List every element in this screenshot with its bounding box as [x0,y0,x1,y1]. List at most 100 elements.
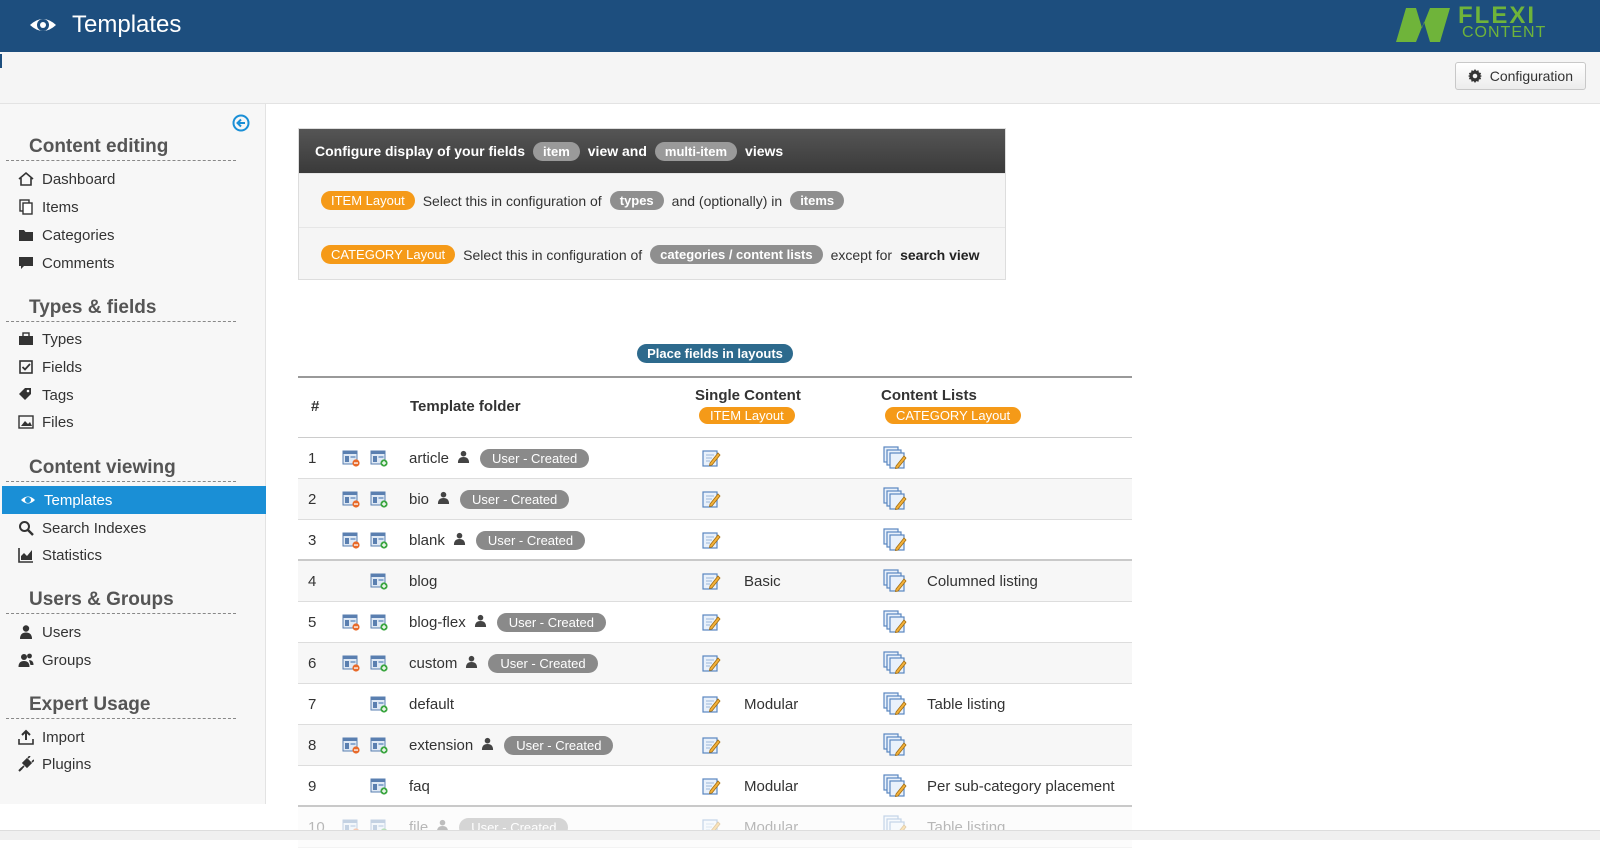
users-icon [18,652,34,668]
search-view-text: search view [900,246,980,263]
copy-template-icon[interactable] [370,602,388,642]
edit-item-layout-icon[interactable] [701,438,721,478]
delete-template-icon[interactable] [342,438,360,478]
table-row[interactable]: 10 file User - Created Modular Table listing [298,807,1132,848]
sidebar-item-import[interactable]: Import [0,723,266,751]
sidebar-item-fields[interactable]: Fields [0,353,266,381]
template-folder-link[interactable]: default [409,696,454,713]
edit-item-layout-icon[interactable] [701,807,721,847]
template-folder-cell: article User - Created [409,438,590,478]
place-fields-wrap: Place fields in layouts [298,344,1132,363]
collapse-sidebar-icon[interactable] [232,114,250,132]
edit-category-layout-icon[interactable] [882,643,908,683]
copy-template-icon[interactable] [370,684,388,724]
copy-template-icon[interactable] [370,807,388,847]
user-created-badge: User - Created [504,735,614,755]
user-icon [466,614,497,631]
template-folder-link[interactable]: extension [409,737,473,754]
template-folder-link[interactable]: custom [409,655,457,672]
copy-template-icon[interactable] [370,643,388,683]
edit-category-layout-icon[interactable] [882,479,908,519]
sidebar-item-label: Categories [42,226,115,244]
table-row[interactable]: 5 blog-flex User - Created [298,602,1132,643]
user-icon [445,532,476,549]
sidebar-item-categories[interactable]: Categories [0,221,266,249]
checkbox-icon [18,359,34,375]
edit-item-layout-icon[interactable] [701,479,721,519]
sidebar-item-statistics[interactable]: Statistics [0,541,266,569]
edit-category-layout-icon[interactable] [882,766,908,806]
template-folder-link[interactable]: bio [409,491,429,508]
info-panel-header: Configure display of your fields item vi… [299,129,1005,173]
flexicontent-logo[interactable]: FLEXI CONTENT [1392,2,1582,46]
edit-category-layout-icon[interactable] [882,520,908,560]
edit-category-layout-icon[interactable] [882,561,908,601]
sidebar-item-items[interactable]: Items [0,193,266,221]
table-row[interactable]: 3 blank User - Created [298,520,1132,561]
copy-template-icon[interactable] [370,725,388,765]
edit-item-layout-icon[interactable] [701,602,721,642]
delete-template-icon[interactable] [342,479,360,519]
table-row[interactable]: 2 bio User - Created [298,479,1132,520]
category-layout-badge: CATEGORY Layout [321,245,456,264]
template-folder-link[interactable]: blank [409,532,445,549]
sidebar-item-templates[interactable]: Templates [2,486,266,514]
table-row[interactable]: 9 faq Modular Per sub-category placement [298,766,1132,807]
template-folder-link[interactable]: blog [409,573,437,590]
sidebar-item-users[interactable]: Users [0,618,266,646]
edit-category-layout-icon[interactable] [882,725,908,765]
template-folder-link[interactable]: blog-flex [409,614,466,631]
delete-template-icon[interactable] [342,520,360,560]
template-folder-link[interactable]: article [409,450,449,467]
sidebar-item-comments[interactable]: Comments [0,249,266,277]
sidebar-item-label: Search Indexes [42,519,147,537]
table-row[interactable]: 7 default Modular Table listing [298,684,1132,725]
col-single-header: Single Content [695,387,801,404]
comment-icon [18,255,34,271]
page-header: Templates FLEXI CONTENT [0,0,1600,52]
sidebar-item-groups[interactable]: Groups [0,646,266,674]
table-row[interactable]: 8 extension User - Created [298,725,1132,766]
edit-item-layout-icon[interactable] [701,520,721,560]
edit-category-layout-icon[interactable] [882,684,908,724]
sidebar-item-dashboard[interactable]: Dashboard [0,165,266,193]
sidebar-item-search-indexes[interactable]: Search Indexes [0,514,266,542]
delete-template-icon[interactable] [342,643,360,683]
edit-item-layout-icon[interactable] [701,643,721,683]
sidebar-item-files[interactable]: Files [0,408,266,436]
sidebar-item-tags[interactable]: Tags [0,381,266,409]
single-content-layout: Modular [744,695,799,713]
edit-category-layout-icon[interactable] [882,602,908,642]
section-title-content-editing: Content editing [6,136,236,161]
delete-template-icon[interactable] [342,807,360,847]
edit-item-layout-icon[interactable] [701,725,721,765]
logo-text-content: CONTENT [1462,24,1547,41]
edit-item-layout-icon[interactable] [701,766,721,806]
template-folder-link[interactable]: faq [409,778,430,795]
table-row[interactable]: 4 blog Basic Columned listing [298,561,1132,602]
edit-category-layout-icon[interactable] [882,438,908,478]
table-row[interactable]: 6 custom User - Created [298,643,1132,684]
info-head-text: view and [587,143,647,159]
edit-category-layout-icon[interactable] [882,807,908,847]
content-lists-layout: Per sub-category placement [927,777,1115,795]
types-pill: types [609,191,664,210]
copy-template-icon[interactable] [370,561,388,601]
edit-item-layout-icon[interactable] [701,684,721,724]
col-single-badge-wrap: ITEM Layout [699,407,795,424]
copy-template-icon[interactable] [370,479,388,519]
plug-icon [18,756,34,772]
copy-template-icon[interactable] [370,438,388,478]
configuration-button[interactable]: Configuration [1454,62,1586,90]
copy-template-icon[interactable] [370,520,388,560]
table-row[interactable]: 1 article User - Created [298,438,1132,479]
sidebar-item-plugins[interactable]: Plugins [0,750,266,778]
sidebar-item-label: Items [42,198,79,216]
edit-item-layout-icon[interactable] [701,561,721,601]
multi-item-view-pill: multi-item [654,141,738,161]
delete-template-icon[interactable] [342,725,360,765]
item-layout-badge: ITEM Layout [699,407,795,424]
delete-template-icon[interactable] [342,602,360,642]
copy-template-icon[interactable] [370,766,388,806]
sidebar-item-types[interactable]: Types [0,325,266,353]
